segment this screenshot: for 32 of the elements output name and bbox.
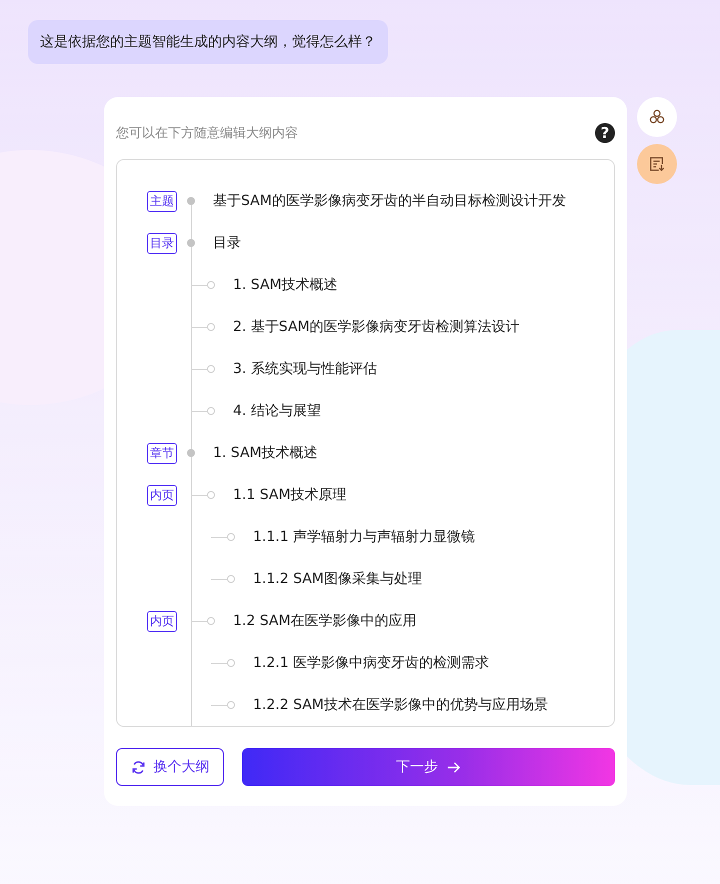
outline-item[interactable]: 1.1.1 声学辐射力与声辐射力显微镜 — [253, 528, 476, 546]
outline-tag: 章节 — [147, 443, 177, 464]
arrow-right-icon — [446, 760, 461, 774]
outline-item[interactable]: 1. SAM技术概述 — [233, 276, 338, 294]
outline-item[interactable]: 1.2.1 医学影像中病变牙齿的检测需求 — [253, 654, 490, 672]
bullet-icon — [187, 239, 195, 247]
document-download-icon — [648, 155, 666, 173]
outline-item[interactable]: 4. 结论与展望 — [233, 402, 321, 420]
outline-tag: 内页 — [147, 485, 177, 506]
help-icon[interactable]: ? — [595, 123, 615, 143]
hint-text: 您可以在下方随意编辑大纲内容 — [116, 125, 298, 142]
outline-item[interactable]: 3. 系统实现与性能评估 — [233, 360, 377, 378]
outline-item[interactable]: 目录 — [213, 234, 241, 252]
outline-tag: 内页 — [147, 611, 177, 632]
outline-item[interactable]: 1.2 SAM在医学影像中的应用 — [233, 612, 417, 630]
outline-item[interactable]: 1.2.2 SAM技术在医学影像中的优势与应用场景 — [253, 696, 548, 714]
outline-item[interactable]: 1.1.2 SAM图像采集与处理 — [253, 570, 422, 588]
bullet-icon — [187, 449, 195, 457]
side-button[interactable] — [637, 144, 677, 184]
bullet-icon — [187, 197, 195, 205]
chat-bubble: 这是依据您的主题智能生成的内容大纲，觉得怎么样？ — [28, 20, 388, 64]
change-outline-button[interactable]: 换个大纲 — [116, 748, 224, 786]
circles-icon — [648, 108, 666, 126]
outline-item[interactable]: 1.1 SAM技术原理 — [233, 486, 347, 504]
outline-tag: 目录 — [147, 233, 177, 254]
next-step-button[interactable]: 下一步 — [242, 748, 615, 786]
side-button[interactable] — [637, 97, 677, 137]
refresh-icon — [130, 760, 146, 774]
outline-item[interactable]: 1. SAM技术概述 — [213, 444, 318, 462]
outline-item[interactable]: 基于SAM的医学影像病变牙齿的半自动目标检测设计开发 — [213, 192, 566, 210]
outline-tag: 主题 — [147, 191, 177, 212]
outline-item[interactable]: 2. 基于SAM的医学影像病变牙齿检测算法设计 — [233, 318, 520, 336]
